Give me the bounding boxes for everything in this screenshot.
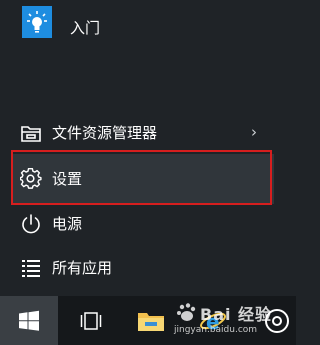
menu-item-label: 文件资源管理器 [52,124,158,142]
get-started-label[interactable]: 入门 [70,18,100,38]
ie-icon: e [200,310,226,334]
menu-item-label: 电源 [52,215,83,233]
camera-taskbar-button[interactable] [258,296,296,345]
menu-item-file-explorer[interactable]: 文件资源管理器 › [0,111,296,155]
camera-icon [265,308,289,333]
start-button[interactable] [0,296,58,345]
task-view-button[interactable] [68,296,114,345]
menu-item-label: 所有应用 [52,259,113,277]
get-started-tile[interactable] [22,6,52,38]
file-explorer-taskbar-button[interactable] [126,296,176,345]
svg-text:e: e [206,310,220,334]
start-menu: 入门 文件资源管理器 › 设置 电源 所有应用 [0,0,296,296]
taskbar: e [0,296,296,345]
folder-icon [138,312,164,331]
lightbulb-icon [27,11,47,33]
task-view-icon [80,311,102,330]
menu-item-all-apps[interactable]: 所有应用 [0,246,296,290]
internet-explorer-taskbar-button[interactable]: e [190,296,236,345]
chevron-right-icon[interactable]: › [251,123,257,141]
all-apps-icon [22,260,40,277]
power-icon [22,214,40,234]
file-explorer-icon [21,126,41,142]
menu-item-power[interactable]: 电源 [0,202,296,246]
windows-logo-icon [19,310,39,331]
highlight-annotation-box [11,150,272,205]
